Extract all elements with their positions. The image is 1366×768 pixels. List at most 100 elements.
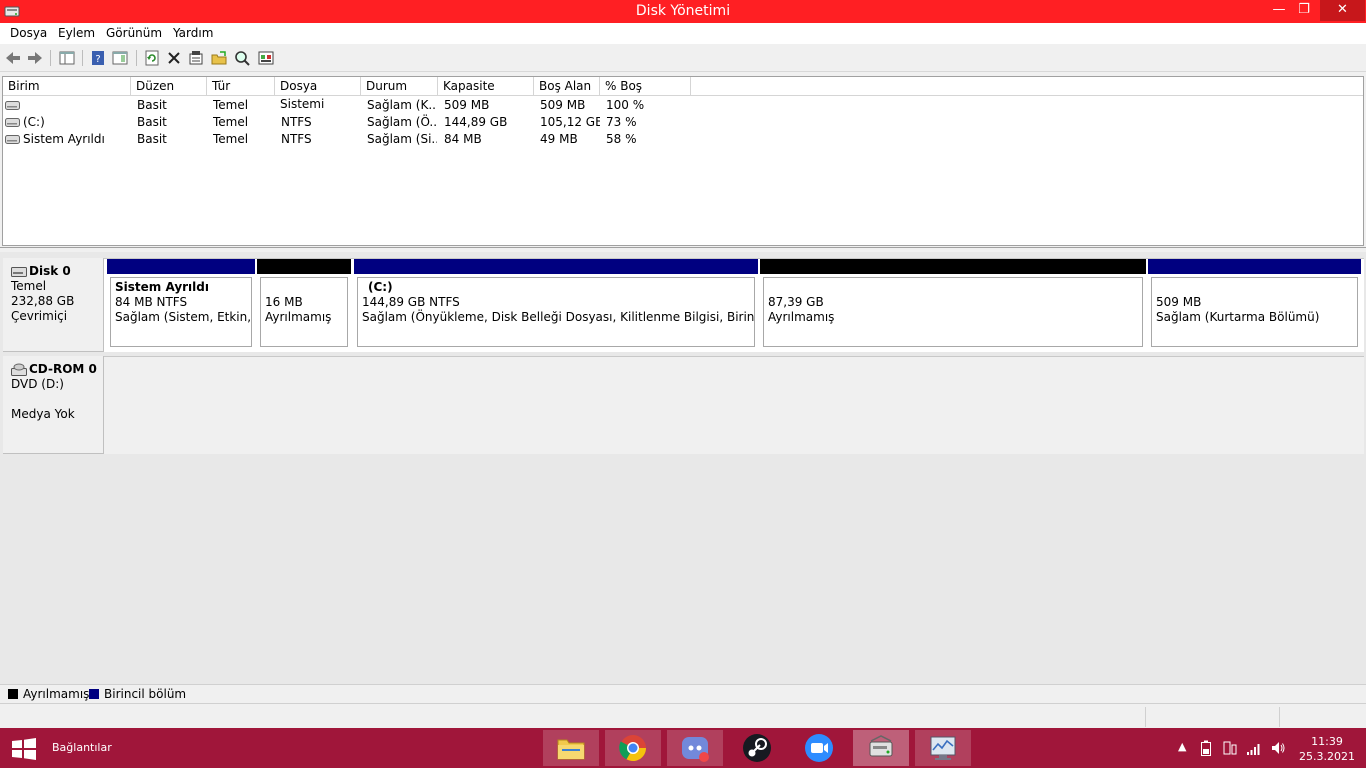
maximize-button[interactable]: ❐ <box>1291 0 1317 21</box>
console-tree-icon[interactable] <box>58 49 76 67</box>
cell-volume: (C:) <box>23 115 45 129</box>
partition-system-reserved[interactable]: Sistem Ayrıldı 84 MB NTFS Sağlam (Sistem… <box>107 259 255 349</box>
volume-icon[interactable] <box>1270 740 1286 756</box>
partition-info: (C:) 144,89 GB NTFS Sağlam (Önyükleme, D… <box>357 277 755 347</box>
cell-file-system <box>281 97 361 114</box>
properties-icon[interactable] <box>187 49 205 67</box>
title-bar: Disk Yönetimi — ❐ ✕ <box>0 0 1366 23</box>
table-row[interactable]: Basit Temel Sağlam (K... 509 MB 509 MB 1… <box>3 97 1363 114</box>
system-clock[interactable]: 11:39 25.3.2021 <box>1296 734 1358 764</box>
cell-type: Temel <box>213 115 249 129</box>
cdrom-0-name: CD-ROM 0 <box>29 362 97 376</box>
help-icon[interactable]: ? <box>89 49 107 67</box>
links-toolbar-label[interactable]: Bağlantılar <box>52 741 112 754</box>
tray-overflow-icon[interactable]: ▲ <box>1178 740 1186 753</box>
taskbar-performance-monitor[interactable] <box>915 730 971 766</box>
cell-status: Sağlam (K... <box>367 98 437 112</box>
device-icon[interactable] <box>1222 740 1238 756</box>
disk-graphical-view: Disk 0 Temel 232,88 GB Çevrimiçi Sistem … <box>0 252 1366 684</box>
delete-icon[interactable] <box>165 49 183 67</box>
close-button[interactable]: ✕ <box>1320 0 1365 21</box>
explore-icon[interactable] <box>233 49 251 67</box>
partition-size: 84 MB NTFS <box>115 295 188 309</box>
column-type[interactable]: Tür <box>207 77 275 96</box>
cell-capacity: 509 MB <box>444 98 490 112</box>
partition-status: Sağlam (Sistem, Etkin, Birincil bölüm) <box>115 310 252 324</box>
cell-layout: Basit <box>137 98 167 112</box>
disk-0-type: Temel <box>11 279 47 293</box>
partition-unallocated-16mb[interactable]: 16 MB Ayrılmamış <box>257 259 351 349</box>
chrome-icon <box>619 735 647 762</box>
file-explorer-icon <box>557 739 585 760</box>
column-status[interactable]: Durum <box>361 77 438 96</box>
refresh-icon[interactable] <box>143 49 161 67</box>
column-capacity[interactable]: Kapasite <box>438 77 534 96</box>
cdrom-0-label[interactable]: CD-ROM 0 DVD (D:) Medya Yok <box>3 356 104 454</box>
cdrom-0-drive: DVD (D:) <box>11 377 64 391</box>
taskbar-file-explorer[interactable] <box>543 730 599 766</box>
menu-view[interactable]: Görünüm <box>106 26 162 40</box>
column-layout[interactable]: Düzen <box>131 77 207 96</box>
properties-pane-icon[interactable] <box>111 49 129 67</box>
network-signal-icon[interactable] <box>1246 740 1262 756</box>
table-row[interactable]: Sistem Ayrıldı Basit Temel NTFS Sağlam (… <box>3 131 1363 148</box>
cdrom-0-area[interactable] <box>104 356 1364 454</box>
taskbar-zoom[interactable] <box>791 730 847 766</box>
legend: Ayrılmamış Birincil bölüm <box>0 684 1366 702</box>
cdrom-0-spacer <box>11 392 103 407</box>
toolbar-separator <box>82 50 83 66</box>
partition-c[interactable]: (C:) 144,89 GB NTFS Sağlam (Önyükleme, D… <box>354 259 758 349</box>
column-file-system[interactable]: Dosya Sistemi <box>275 77 361 111</box>
partition-name <box>265 280 347 295</box>
cdrom-icon <box>11 363 27 376</box>
performance-monitor-icon <box>930 736 956 760</box>
menu-file[interactable]: Dosya <box>10 26 47 40</box>
taskbar-disk-management[interactable] <box>853 730 909 766</box>
partition-size: 16 MB <box>265 295 303 309</box>
window-title: Disk Yönetimi <box>635 3 731 19</box>
disk-icon <box>11 267 27 277</box>
steam-icon <box>743 734 771 762</box>
column-volume[interactable]: Birim <box>3 77 131 96</box>
cell-free-space: 105,12 GB <box>540 115 600 129</box>
disk-0-partitions: Sistem Ayrıldı 84 MB NTFS Sağlam (Sistem… <box>104 258 1364 352</box>
table-row[interactable]: (C:) Basit Temel NTFS Sağlam (Ö... 144,8… <box>3 114 1363 131</box>
partition-name: Sistem Ayrıldı <box>115 280 209 294</box>
menu-help[interactable]: Yardım <box>173 26 213 40</box>
taskbar-steam[interactable] <box>729 730 785 766</box>
windows-start-icon[interactable] <box>10 738 38 760</box>
back-icon[interactable] <box>4 49 22 67</box>
cell-type: Temel <box>213 132 249 146</box>
clock-date: 25.3.2021 <box>1299 750 1355 763</box>
partition-status: Sağlam (Kurtarma Bölümü) <box>1156 310 1320 324</box>
disk-0-label[interactable]: Disk 0 Temel 232,88 GB Çevrimiçi <box>3 258 104 352</box>
partition-bar <box>1148 259 1361 274</box>
cell-status: Sağlam (Ö... <box>367 115 437 129</box>
partition-recovery[interactable]: 509 MB Sağlam (Kurtarma Bölümü) <box>1148 259 1361 349</box>
column-percent-free[interactable]: % Boş <box>600 77 691 96</box>
forward-icon[interactable] <box>26 49 44 67</box>
partition-info: 16 MB Ayrılmamış <box>260 277 348 347</box>
discord-icon <box>682 737 709 762</box>
cell-layout: Basit <box>137 132 167 146</box>
partition-bar <box>257 259 351 274</box>
menu-action[interactable]: Eylem <box>58 26 95 40</box>
partition-size: 509 MB <box>1156 295 1202 309</box>
toolbar: ? <box>0 44 1366 72</box>
disk-management-icon <box>869 735 893 757</box>
open-icon[interactable] <box>210 49 228 67</box>
disk-0-size: 232,88 GB <box>11 294 75 308</box>
disk-0-name: Disk 0 <box>29 264 71 278</box>
battery-icon[interactable] <box>1200 740 1212 756</box>
column-free-space[interactable]: Boş Alan <box>534 77 600 96</box>
taskbar-chrome[interactable] <box>605 730 661 766</box>
minimize-button[interactable]: — <box>1266 0 1292 21</box>
settings-icon[interactable] <box>257 49 275 67</box>
zoom-icon <box>805 734 833 762</box>
cell-free-space: 509 MB <box>540 98 586 112</box>
partition-info: 87,39 GB Ayrılmamış <box>763 277 1143 347</box>
partition-unallocated-87gb[interactable]: 87,39 GB Ayrılmamış <box>760 259 1146 349</box>
taskbar-discord[interactable] <box>667 730 723 766</box>
cell-type: Temel <box>213 98 249 112</box>
drive-icon <box>5 118 20 127</box>
